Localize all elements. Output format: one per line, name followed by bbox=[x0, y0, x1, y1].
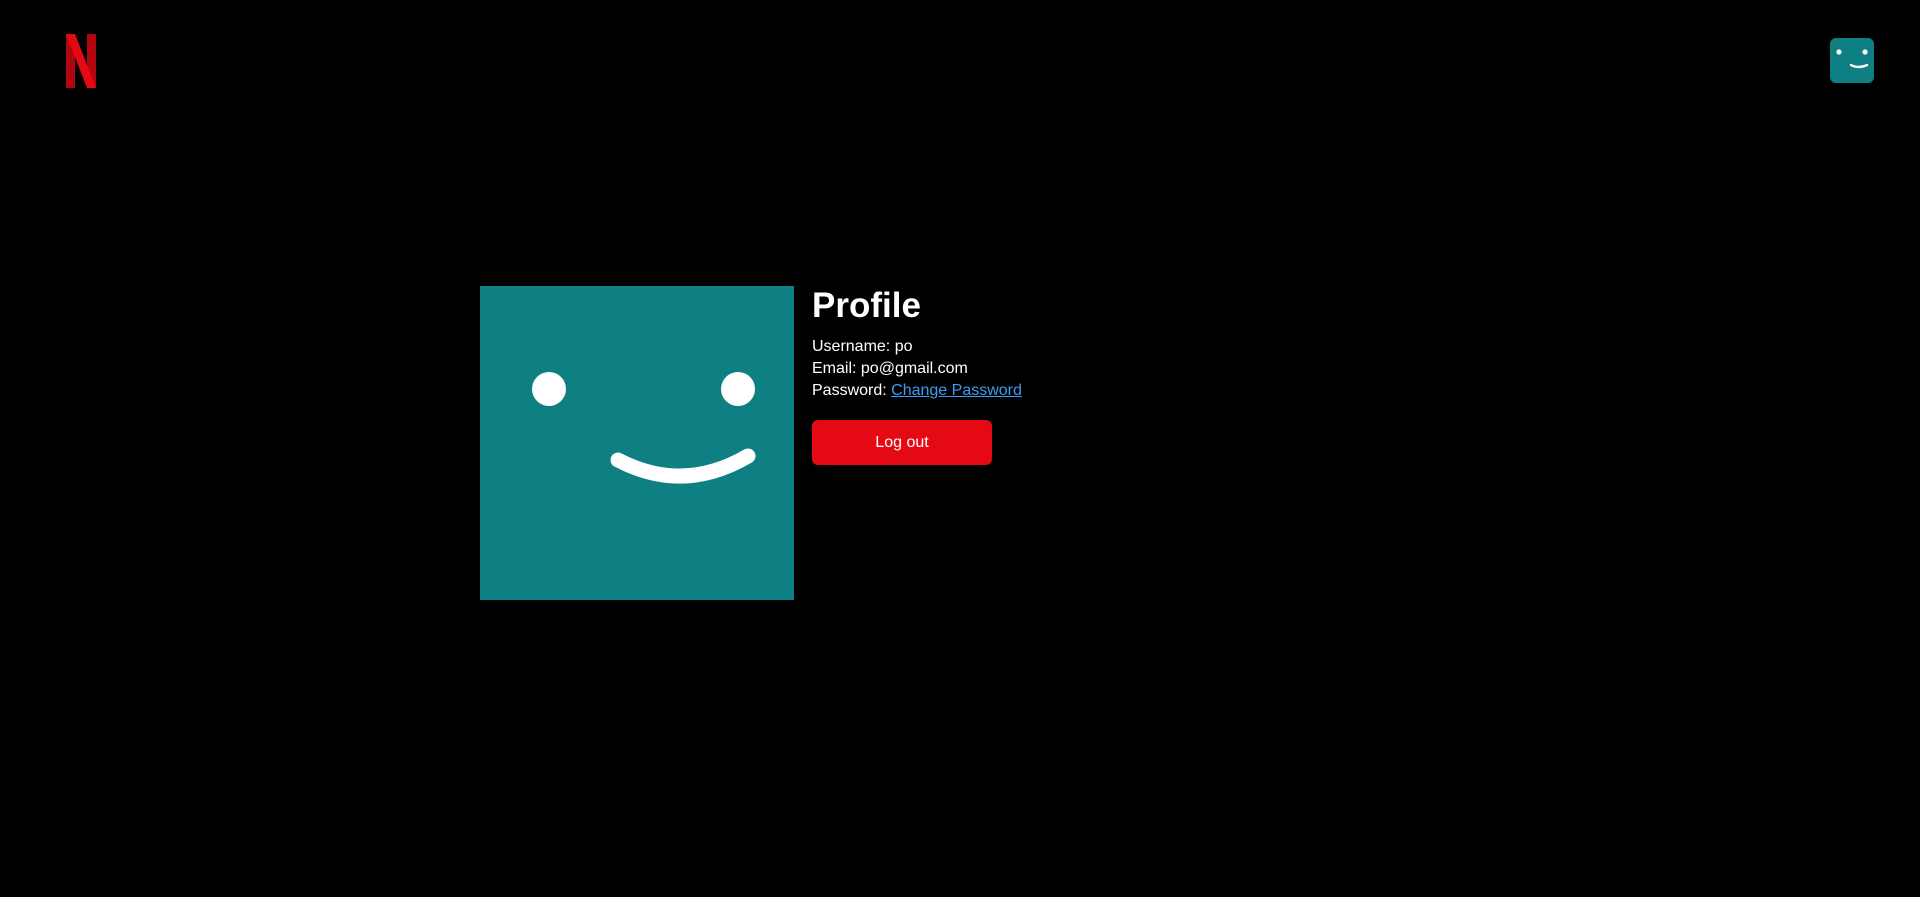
email-row: Email: po@gmail.com bbox=[812, 358, 1022, 380]
page-title: Profile bbox=[812, 286, 921, 325]
username-label: Username: bbox=[812, 338, 891, 355]
account-avatar-button[interactable] bbox=[1830, 38, 1874, 83]
profile-page: Profile Username: po Email: po@gmail.com… bbox=[0, 0, 1920, 897]
netflix-logo-icon[interactable] bbox=[66, 34, 96, 88]
logout-button[interactable]: Log out bbox=[812, 420, 992, 465]
email-label: Email: bbox=[812, 360, 857, 377]
profile-card: Profile Username: po Email: po@gmail.com… bbox=[480, 286, 1022, 600]
username-value: po bbox=[894, 338, 913, 355]
username-row: Username: po bbox=[812, 336, 1022, 358]
smiley-face-avatar-icon bbox=[1830, 38, 1874, 83]
password-row: Password: Change Password bbox=[812, 380, 1022, 402]
smiley-face-avatar-icon bbox=[480, 286, 794, 600]
change-password-link[interactable]: Change Password bbox=[891, 382, 1022, 399]
profile-avatar bbox=[480, 286, 794, 600]
email-value: po@gmail.com bbox=[860, 360, 968, 377]
netflix-n-logo-icon bbox=[66, 34, 96, 88]
top-header bbox=[0, 0, 1920, 120]
profile-info: Profile Username: po Email: po@gmail.com… bbox=[812, 286, 1022, 465]
password-label: Password: bbox=[812, 382, 887, 399]
